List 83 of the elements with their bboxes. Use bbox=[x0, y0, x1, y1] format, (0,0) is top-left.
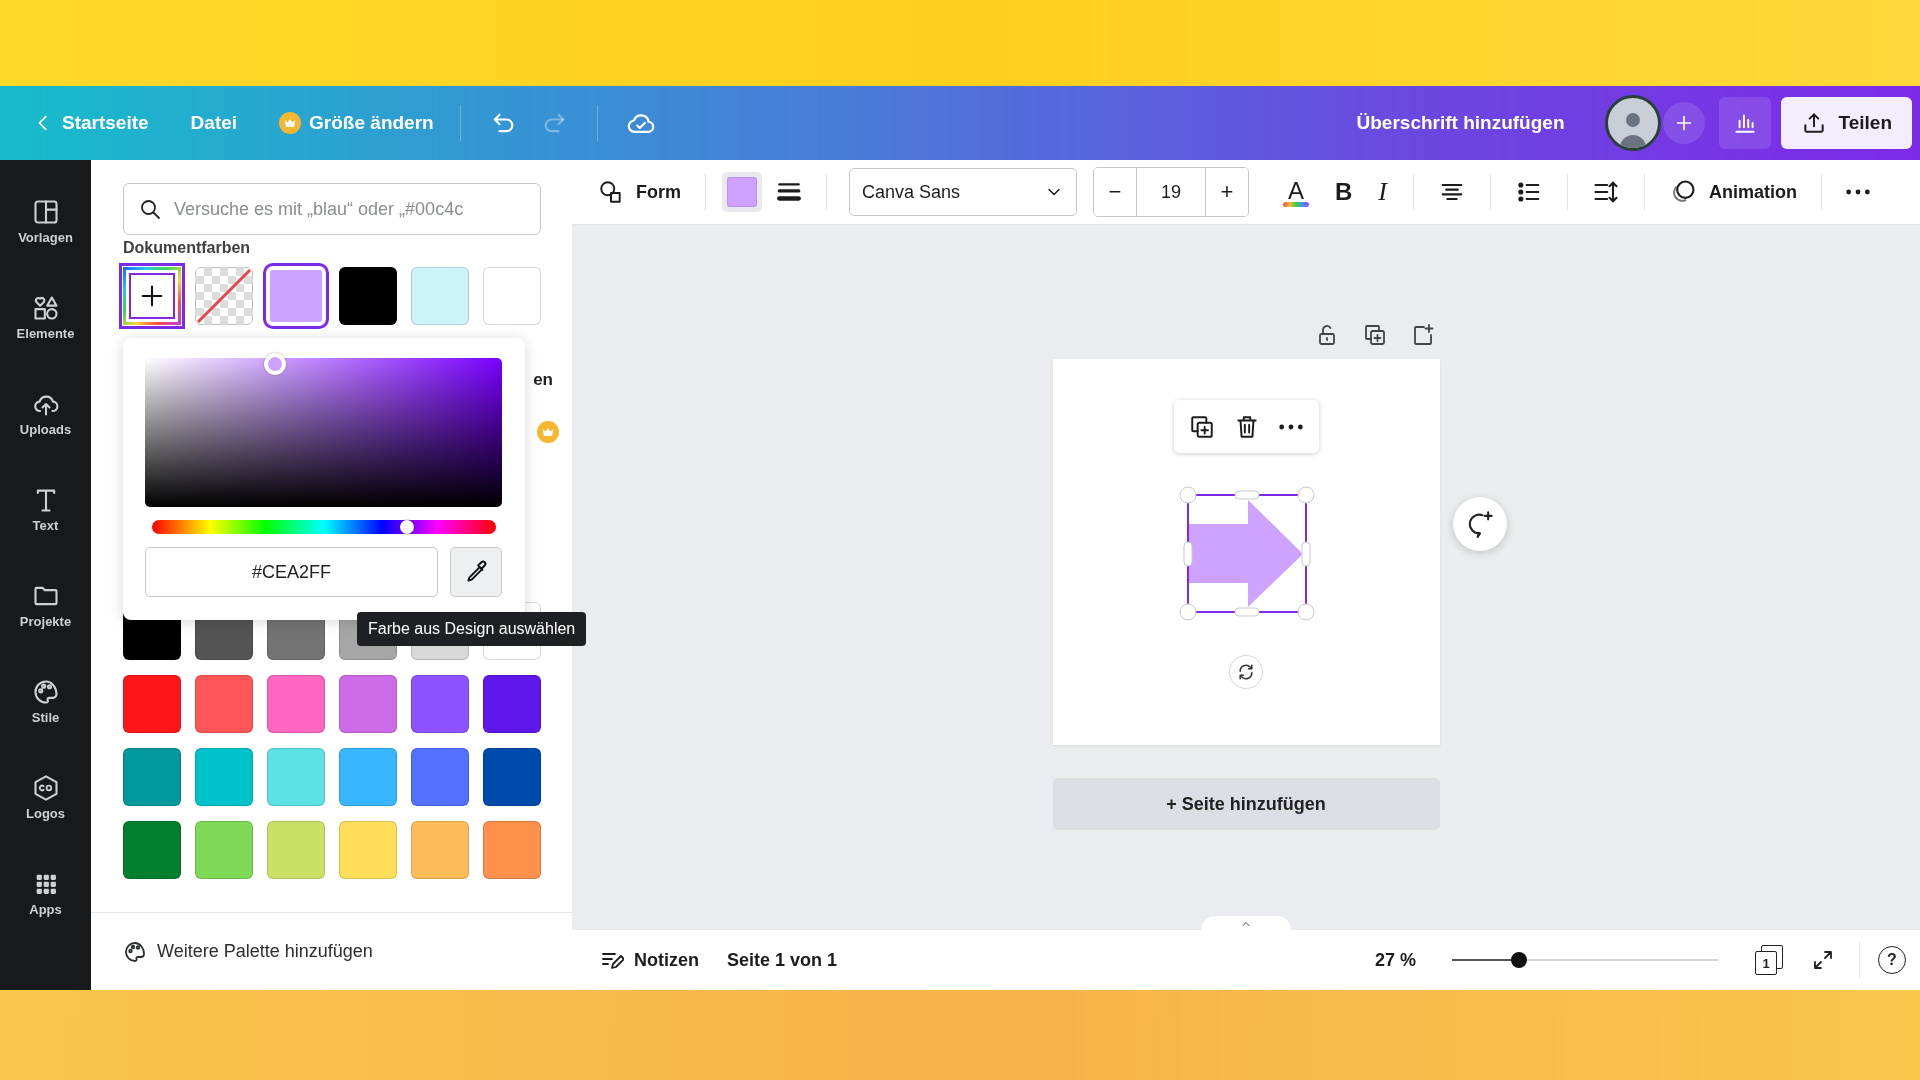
search-input[interactable]: Versuche es mit „blau“ oder „#00c4c bbox=[174, 198, 526, 220]
layout-icon bbox=[31, 197, 60, 226]
color-swatch[interactable] bbox=[339, 267, 397, 325]
shapes-icon bbox=[31, 293, 60, 322]
shapes-icon bbox=[598, 179, 624, 205]
fill-color-button[interactable] bbox=[722, 172, 762, 212]
color-swatch[interactable] bbox=[483, 748, 541, 806]
palette-icon bbox=[31, 677, 60, 706]
zoom-reading: 27 % bbox=[1374, 949, 1416, 971]
color-swatch[interactable] bbox=[411, 675, 469, 733]
hue-handle[interactable] bbox=[399, 520, 414, 534]
hue-slider[interactable] bbox=[152, 520, 496, 534]
resize-handle[interactable] bbox=[1297, 603, 1314, 621]
zoom-handle[interactable] bbox=[1510, 952, 1527, 968]
color-swatch[interactable] bbox=[195, 748, 253, 806]
page-indicator: Seite 1 von 1 bbox=[727, 949, 838, 971]
expand-icon bbox=[1811, 948, 1835, 972]
color-swatch[interactable] bbox=[411, 821, 469, 879]
sidebar-item[interactable]: Uploads bbox=[5, 374, 86, 452]
sidebar-item[interactable]: Elemente bbox=[5, 278, 86, 356]
design-title[interactable]: Überschrift hinzufügen bbox=[1356, 112, 1565, 134]
palette-icon bbox=[123, 939, 147, 964]
resize-handle[interactable] bbox=[1301, 541, 1310, 567]
color-swatch[interactable] bbox=[195, 675, 253, 733]
shape-button[interactable]: Form bbox=[590, 171, 689, 213]
notes-button[interactable]: Notizen bbox=[594, 942, 705, 978]
font-size-stepper[interactable]: − 19 + bbox=[1093, 167, 1249, 217]
sidebar-item[interactable]: Stile bbox=[5, 662, 86, 740]
trash-icon bbox=[1234, 413, 1260, 440]
add-page-button[interactable]: + Seite hinzufügen bbox=[1052, 778, 1440, 830]
color-swatch[interactable] bbox=[123, 675, 181, 733]
color-swatch[interactable] bbox=[339, 821, 397, 879]
resize-handle[interactable] bbox=[1234, 490, 1259, 500]
insights-button[interactable] bbox=[1718, 97, 1771, 149]
share-button[interactable]: Teilen bbox=[1780, 97, 1912, 149]
color-swatch[interactable] bbox=[267, 748, 325, 806]
rotate-button[interactable] bbox=[1228, 655, 1263, 689]
hex-input[interactable]: #CEA2FF bbox=[145, 547, 438, 597]
search-icon bbox=[138, 197, 162, 221]
expand-pages-button[interactable] bbox=[1201, 916, 1291, 930]
font-dropdown[interactable]: Canva Sans bbox=[849, 168, 1077, 216]
color-swatch[interactable] bbox=[339, 748, 397, 806]
crown-icon bbox=[537, 421, 559, 443]
bold-button[interactable]: B bbox=[1325, 174, 1363, 210]
resize-handle[interactable] bbox=[1297, 486, 1314, 504]
section-heading: en bbox=[533, 370, 553, 390]
duplicate-icon bbox=[1362, 323, 1387, 347]
color-swatch[interactable] bbox=[123, 821, 181, 879]
color-swatch[interactable] bbox=[267, 821, 325, 879]
sidebar-item[interactable]: Projekte bbox=[5, 566, 86, 644]
crown-icon bbox=[279, 112, 302, 134]
resize-handle[interactable] bbox=[1179, 603, 1196, 621]
resize-handle[interactable] bbox=[1234, 607, 1259, 617]
color-swatch[interactable] bbox=[267, 675, 325, 733]
color-swatch[interactable] bbox=[483, 267, 541, 325]
resize-handle[interactable] bbox=[1183, 541, 1192, 567]
invite-button[interactable] bbox=[1662, 102, 1705, 144]
sidebar-item[interactable]: Logos bbox=[5, 758, 86, 836]
animation-button[interactable]: Animation bbox=[1661, 170, 1805, 214]
add-comment-button[interactable] bbox=[1452, 497, 1507, 551]
section-heading: Dokumentfarben bbox=[123, 239, 251, 257]
duplicate-icon bbox=[1189, 413, 1215, 440]
font-size-field[interactable]: 19 bbox=[1136, 168, 1206, 216]
search-field[interactable]: Versuche es mit „blau“ oder „#00c4c bbox=[123, 183, 541, 235]
italic-button[interactable]: I bbox=[1368, 173, 1397, 211]
more-icon bbox=[1279, 423, 1303, 430]
color-swatch[interactable] bbox=[483, 675, 541, 733]
sidebar-item[interactable]: Vorlagen bbox=[5, 182, 86, 260]
eyedropper-button[interactable] bbox=[450, 547, 502, 597]
more-icon bbox=[1846, 189, 1870, 195]
sidebar-item[interactable]: Apps bbox=[5, 854, 86, 932]
sidebar-item[interactable]: Text bbox=[5, 470, 86, 548]
transparent-swatch[interactable] bbox=[195, 267, 253, 325]
hexagon-icon bbox=[31, 773, 60, 802]
color-swatch[interactable] bbox=[411, 748, 469, 806]
color-swatch[interactable] bbox=[483, 821, 541, 879]
resize-handle[interactable] bbox=[1179, 486, 1196, 504]
color-swatch[interactable] bbox=[123, 748, 181, 806]
color-swatch[interactable] bbox=[195, 821, 253, 879]
tooltip: Farbe aus Design auswählen bbox=[357, 612, 587, 646]
text-color-button[interactable]: A bbox=[1273, 173, 1319, 211]
color-swatch[interactable] bbox=[411, 267, 469, 325]
color-swatch[interactable] bbox=[339, 675, 397, 733]
